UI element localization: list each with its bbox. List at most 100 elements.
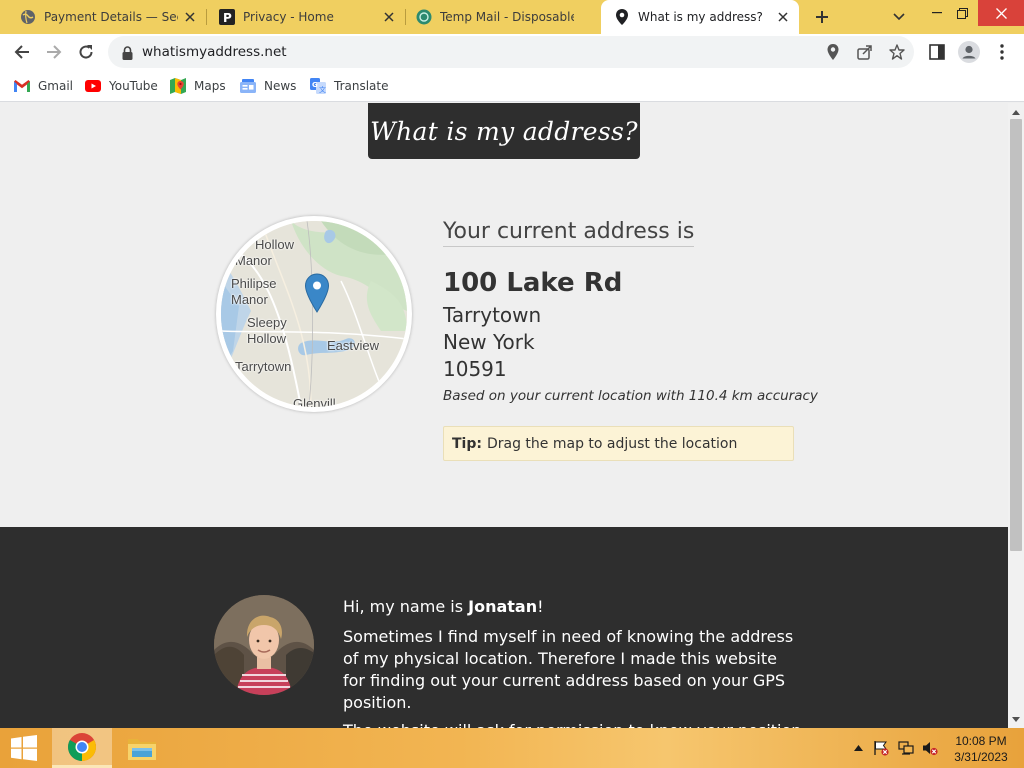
clock-date: 3/31/2023	[954, 750, 1008, 764]
location-map[interactable]: Hollow Manor Philipse Manor Sleepy Hollo…	[216, 216, 412, 412]
tip-box: Tip: Drag the map to adjust the location	[443, 426, 794, 461]
taskbar-clock[interactable]: 10:08 PM 3/31/2023	[948, 733, 1014, 765]
greeting-prefix: Hi, my name is	[343, 597, 469, 616]
tab-what-is-my-address[interactable]: What is my address?	[601, 0, 799, 34]
location-pin-icon	[614, 9, 630, 25]
profile-avatar-icon[interactable]	[958, 41, 980, 63]
bookmark-label: News	[264, 79, 297, 93]
taskbar-chrome[interactable]	[52, 728, 112, 768]
start-button[interactable]	[0, 728, 48, 768]
map-terrain	[221, 221, 407, 407]
close-tab-icon[interactable]	[182, 9, 198, 25]
new-tab-button[interactable]	[811, 6, 833, 28]
share-icon[interactable]	[856, 43, 874, 61]
temp-mail-icon	[416, 9, 432, 25]
svg-text:P: P	[223, 11, 232, 25]
bookmarks-bar: Gmail YouTube Maps News G文 Translate	[0, 70, 1024, 102]
url-text[interactable]: whatismyaddress.net	[142, 44, 287, 60]
tab-title: Privacy - Home	[243, 10, 334, 24]
reload-button[interactable]	[73, 39, 99, 65]
translate-icon: G文	[310, 78, 326, 94]
bookmark-maps[interactable]: Maps	[170, 77, 226, 95]
chrome-icon	[68, 732, 96, 761]
restore-button[interactable]	[945, 0, 979, 26]
tab-search-chevron-icon[interactable]	[890, 8, 908, 26]
action-center-flag-icon[interactable]	[873, 740, 889, 756]
about-paragraph-2: The website will ask for permission to k…	[343, 720, 803, 728]
windows-logo-icon	[11, 735, 37, 761]
tray-overflow-chevron-icon[interactable]	[850, 740, 866, 756]
street-address: 100 Lake Rd	[443, 268, 623, 298]
map-label: Tarrytown	[235, 359, 292, 374]
author-avatar	[214, 595, 314, 695]
map-label: Manor	[235, 253, 272, 268]
tip-label: Tip:	[452, 435, 482, 452]
address-bar[interactable]: whatismyaddress.net	[108, 36, 914, 68]
page-scrollbar[interactable]	[1008, 103, 1024, 728]
folder-icon	[128, 739, 156, 760]
tab-title: What is my address?	[638, 10, 763, 24]
map-label: Hollow	[255, 237, 295, 252]
volume-muted-icon[interactable]	[922, 740, 938, 756]
svg-text:G: G	[312, 81, 318, 89]
accuracy-note: Based on your current location with 110.…	[443, 388, 818, 404]
map-label: Hollow	[247, 331, 287, 346]
gmail-icon	[14, 78, 30, 94]
bookmark-youtube[interactable]: YouTube	[85, 77, 158, 95]
maps-icon	[170, 78, 186, 94]
windows-taskbar: 10:08 PM 3/31/2023	[0, 728, 1024, 768]
svg-text:文: 文	[319, 85, 326, 94]
bookmark-label: Gmail	[38, 79, 74, 93]
scrollbar-thumb[interactable]	[1010, 119, 1022, 551]
page-viewport[interactable]: What is my address? Hollow Manor Philips…	[0, 103, 1008, 728]
close-tab-icon[interactable]	[381, 9, 397, 25]
bookmark-label: Translate	[334, 79, 389, 93]
map-label: Philipse	[231, 276, 277, 291]
browser-toolbar: whatismyaddress.net	[0, 34, 1024, 70]
news-icon	[240, 78, 256, 94]
tab-strip: Payment Details — Secur P Privacy - Home…	[0, 0, 1024, 34]
greeting-suffix: !	[537, 597, 544, 616]
close-window-button[interactable]	[978, 0, 1024, 26]
about-section: Hi, my name is Jonatan! Sometimes I find…	[0, 527, 1008, 728]
map-label: Glenvill	[293, 396, 336, 411]
bookmark-news[interactable]: News	[240, 77, 296, 95]
close-tab-icon[interactable]	[775, 9, 791, 25]
side-panel-icon[interactable]	[926, 41, 948, 63]
tab-privacy-home[interactable]: P Privacy - Home	[207, 0, 405, 34]
p-logo-icon: P	[219, 9, 235, 25]
bookmark-translate[interactable]: G文 Translate	[310, 77, 389, 95]
site-logo-text: What is my address?	[370, 116, 638, 146]
map-label: Eastview	[327, 338, 380, 353]
scroll-down-arrow-icon[interactable]	[1008, 712, 1024, 726]
bookmark-label: Maps	[194, 79, 226, 93]
about-paragraph: Sometimes I find myself in need of knowi…	[343, 627, 794, 712]
tab-title: Payment Details — Secur	[44, 10, 178, 24]
site-logo[interactable]: What is my address?	[368, 103, 640, 159]
scroll-up-arrow-icon[interactable]	[1008, 105, 1024, 119]
map-label: Sleepy	[247, 315, 287, 330]
clock-time: 10:08 PM	[955, 734, 1007, 748]
forward-button[interactable]	[41, 39, 67, 65]
tab-payment-details[interactable]: Payment Details — Secur	[0, 0, 206, 34]
location-icon[interactable]	[824, 43, 842, 61]
youtube-icon	[85, 78, 101, 94]
bookmark-star-icon[interactable]	[888, 43, 906, 61]
tab-title: Temp Mail - Disposable T	[440, 10, 574, 24]
back-button[interactable]	[9, 39, 35, 65]
state: New York	[443, 330, 535, 354]
address-heading: Your current address is	[443, 219, 695, 247]
map-label: Manor	[231, 292, 268, 307]
lock-icon[interactable]	[122, 45, 133, 64]
globe-icon	[20, 9, 36, 25]
zip-code: 10591	[443, 357, 507, 381]
bookmark-label: YouTube	[109, 79, 158, 93]
tip-text: Drag the map to adjust the location	[486, 435, 738, 452]
author-name: Jonatan	[468, 597, 538, 616]
menu-kebab-icon[interactable]	[991, 41, 1013, 63]
network-icon[interactable]	[898, 740, 914, 756]
bookmark-gmail[interactable]: Gmail	[14, 77, 73, 95]
tab-temp-mail[interactable]: Temp Mail - Disposable T	[406, 0, 600, 34]
taskbar-file-explorer[interactable]	[112, 728, 172, 768]
city: Tarrytown	[443, 303, 542, 327]
